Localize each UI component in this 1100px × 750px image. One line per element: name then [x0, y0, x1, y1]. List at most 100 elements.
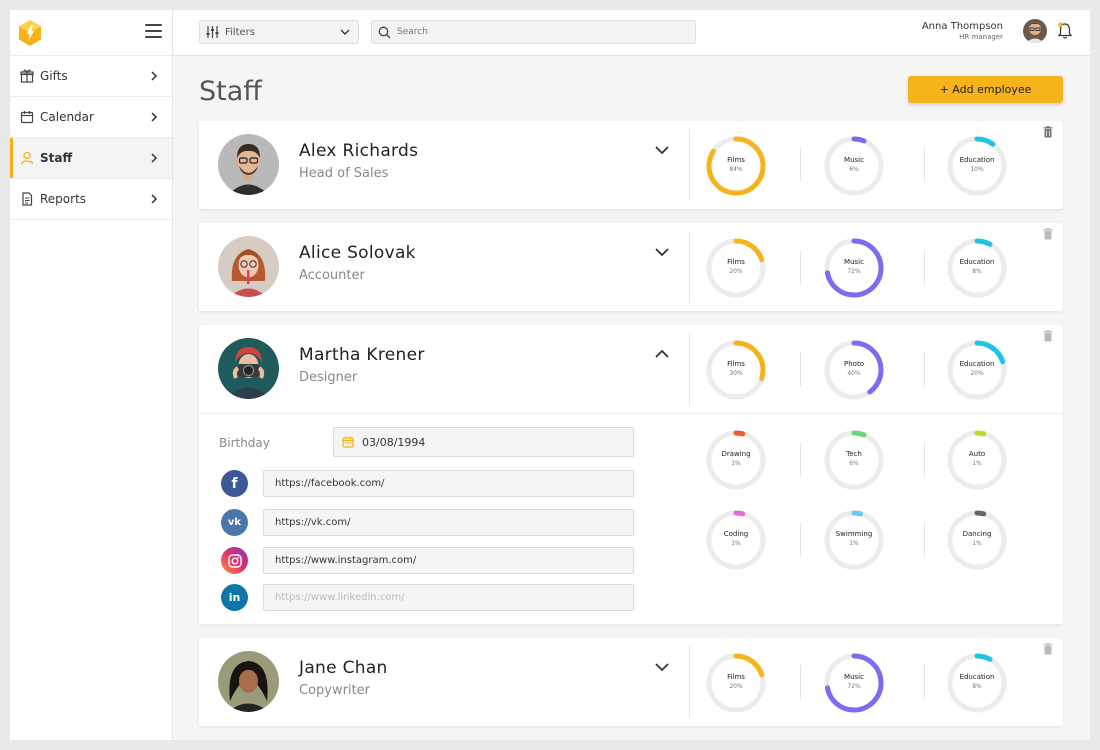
interest-ring: Coding 1%	[704, 508, 768, 572]
employee-name: Alice Solovak	[299, 243, 416, 263]
interest-percent: 20%	[729, 268, 743, 275]
birthday-value: 03/08/1994	[362, 435, 426, 449]
interest-label: Coding	[723, 530, 749, 538]
employee-card: Alice Solovak Accounter Films 20% Music 72%…	[199, 223, 1063, 311]
employee-card-header[interactable]: Alice Solovak Accounter Films 20% Music 72%…	[199, 223, 1063, 311]
menu-toggle-icon[interactable]	[145, 24, 162, 39]
user-info[interactable]: Anna Thompson HR manager	[922, 21, 1003, 41]
interest-label: Education	[959, 258, 995, 266]
employee-role: Accounter	[299, 268, 365, 283]
sidebar: Gifts Calendar Staff Reports	[10, 10, 173, 740]
linkedin-field[interactable]	[263, 584, 634, 611]
trash-icon[interactable]	[1043, 330, 1053, 342]
sidebar-item-label: Gifts	[40, 69, 68, 83]
add-employee-button[interactable]: + Add employee	[908, 76, 1063, 103]
calendar-icon	[342, 436, 354, 448]
instagram-icon[interactable]	[221, 547, 248, 574]
calendar-icon	[20, 111, 34, 124]
employee-card-header[interactable]: Jane Chan Copywriter Films 20% Music 72% Edu…	[199, 638, 1063, 726]
employee-details: Birthday 03/08/1994 f vk in Drawing 1% Tec…	[199, 413, 1063, 624]
divider	[689, 333, 690, 405]
interest-percent: 20%	[729, 683, 743, 690]
interest-rings: Films 30% Photo 40% Education 20%	[704, 325, 1034, 413]
employee-card: Jane Chan Copywriter Films 20% Music 72% Edu…	[199, 638, 1063, 726]
ring-separator	[800, 442, 801, 476]
chevron-down-icon[interactable]	[653, 143, 671, 157]
vk-icon[interactable]: vk	[221, 509, 248, 536]
employee-card: Alex Richards Head of Sales Films 84% Musi…	[199, 121, 1063, 209]
interest-percent: 20%	[970, 370, 984, 377]
logo-icon[interactable]	[19, 20, 41, 46]
sidebar-item-calendar[interactable]: Calendar	[10, 97, 172, 138]
trash-icon[interactable]	[1043, 126, 1053, 138]
ring-separator	[924, 250, 925, 284]
sidebar-item-reports[interactable]: Reports	[10, 179, 172, 220]
search-icon	[378, 26, 391, 38]
interest-label: Tech	[846, 450, 862, 458]
chevron-down-icon[interactable]	[653, 660, 671, 674]
employee-card-header[interactable]: Martha Krener Designer Films 30% Photo 40% E…	[199, 325, 1063, 413]
employee-card-header[interactable]: Alex Richards Head of Sales Films 84% Musi…	[199, 121, 1063, 209]
interest-ring: Education 20%	[945, 338, 1009, 402]
notification-bell-icon[interactable]	[1057, 22, 1073, 40]
chevron-right-icon	[151, 71, 158, 81]
interest-ring: Drawing 1%	[704, 428, 768, 492]
chevron-right-icon	[151, 112, 158, 122]
chevron-down-icon[interactable]	[653, 245, 671, 259]
sidebar-item-label: Reports	[40, 192, 87, 206]
document-icon	[22, 192, 33, 206]
interest-label: Music	[844, 258, 864, 266]
interest-percent: 1%	[972, 540, 982, 547]
chevron-up-icon[interactable]	[653, 347, 671, 361]
linkedin-icon[interactable]: in	[221, 584, 248, 611]
employee-role: Copywriter	[299, 683, 371, 698]
interest-label: Photo	[844, 360, 864, 368]
vk-field[interactable]	[263, 509, 634, 536]
interest-ring: Swimming 1%	[822, 508, 886, 572]
interest-percent: 30%	[729, 370, 743, 377]
interest-label: Drawing	[721, 450, 751, 458]
employee-name: Alex Richards	[299, 141, 419, 161]
avatar	[218, 236, 279, 297]
avatar[interactable]	[1023, 19, 1047, 43]
filters-dropdown[interactable]: Filters	[199, 20, 359, 44]
user-role: HR manager	[959, 33, 1003, 41]
avatar	[218, 338, 279, 399]
interest-label: Dancing	[962, 530, 992, 538]
ring-separator	[800, 148, 801, 182]
ring-separator	[924, 148, 925, 182]
sidebar-item-staff[interactable]: Staff	[10, 138, 172, 179]
interest-ring: Films 30%	[704, 338, 768, 402]
sidebar-header	[10, 10, 172, 56]
interest-ring: Auto 1%	[945, 428, 1009, 492]
facebook-field[interactable]	[263, 470, 634, 497]
interest-label: Films	[727, 673, 745, 681]
trash-icon[interactable]	[1043, 643, 1053, 655]
gift-icon	[20, 69, 34, 83]
birthday-field[interactable]: 03/08/1994	[333, 427, 634, 457]
interest-rings: Films 84% Music 6% Education 10%	[704, 121, 1034, 209]
interest-label: Education	[959, 673, 995, 681]
chevron-right-icon	[151, 153, 158, 163]
interest-percent: 1%	[972, 460, 982, 467]
search-input[interactable]	[397, 27, 687, 37]
interest-ring: Films 84%	[704, 134, 768, 198]
interest-ring: Films 20%	[704, 651, 768, 715]
interest-ring: Education 8%	[945, 651, 1009, 715]
ring-separator	[800, 522, 801, 556]
avatar	[218, 651, 279, 712]
sidebar-item-gifts[interactable]: Gifts	[10, 56, 172, 97]
interest-ring: Music 72%	[822, 236, 886, 300]
instagram-field[interactable]	[263, 547, 634, 574]
sidebar-item-label: Staff	[40, 151, 73, 165]
sidebar-item-label: Calendar	[40, 110, 94, 124]
interest-percent: 8%	[972, 683, 982, 690]
ring-separator	[924, 352, 925, 386]
divider	[689, 129, 690, 201]
trash-icon[interactable]	[1043, 228, 1053, 240]
interest-percent: 40%	[847, 370, 861, 377]
facebook-icon[interactable]: f	[221, 470, 248, 497]
ring-separator	[800, 250, 801, 284]
app-window: Gifts Calendar Staff Reports Filters Sea…	[10, 10, 1090, 740]
interest-label: Education	[959, 156, 995, 164]
